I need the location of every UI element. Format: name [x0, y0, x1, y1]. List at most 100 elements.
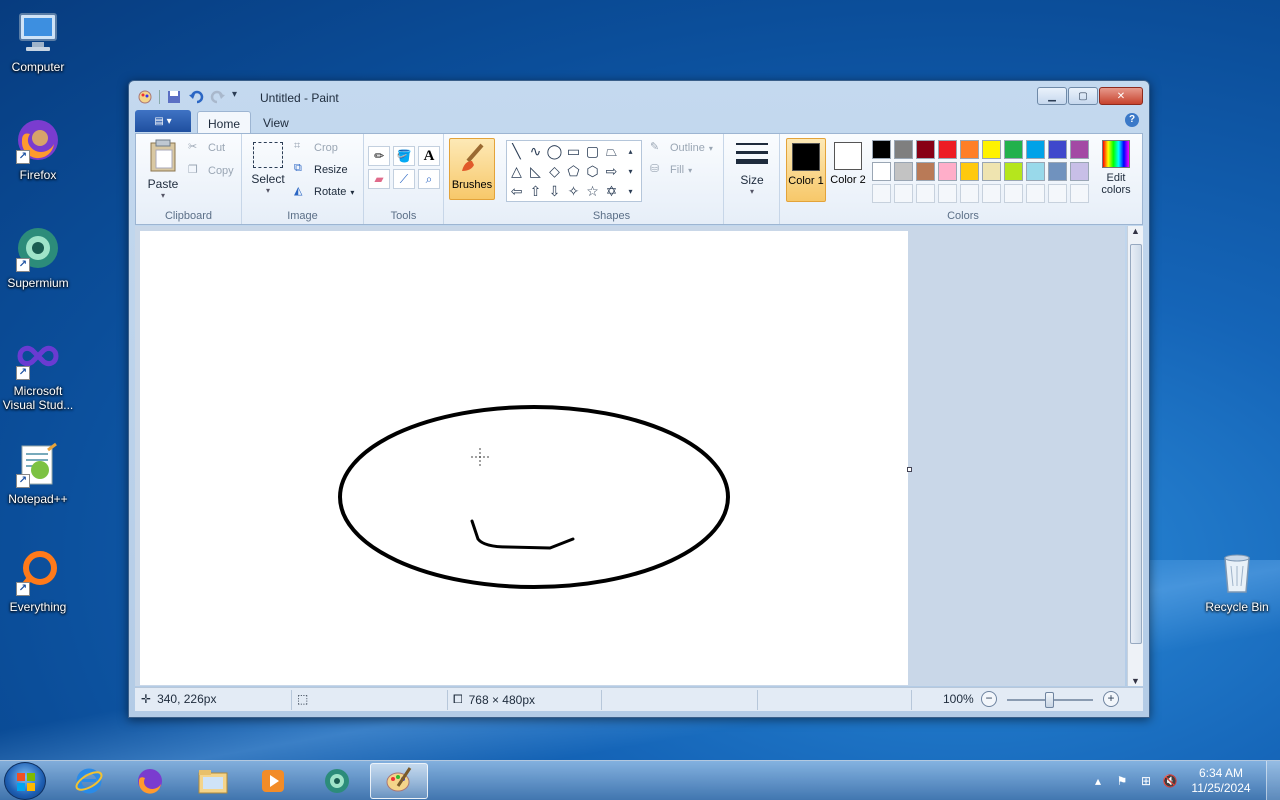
custom-color-slot[interactable] [1070, 184, 1089, 203]
show-hidden-icons-icon[interactable]: ▴ [1089, 772, 1107, 790]
zoom-slider-thumb[interactable] [1045, 692, 1054, 708]
right-triangle-shape-icon[interactable]: ◺ [530, 163, 541, 180]
palette-swatch[interactable] [916, 162, 935, 181]
customize-qat-icon[interactable]: ▾ [232, 89, 248, 105]
edit-colors-button[interactable]: Edit colors [1094, 140, 1138, 196]
minimize-button[interactable]: ▁ [1037, 87, 1067, 105]
desktop-icon-visual-studio[interactable]: ↗ Microsoft Visual Stud... [0, 332, 76, 412]
volume-muted-icon[interactable]: 🔇 [1161, 772, 1179, 790]
triangle-shape-icon[interactable]: △ [511, 163, 522, 180]
palette-swatch[interactable] [894, 140, 913, 159]
clock[interactable]: 6:34 AM 11/25/2024 [1182, 766, 1260, 796]
taskbar-firefox[interactable] [121, 763, 179, 799]
outline-button[interactable]: ✎ Outline ▾ [650, 140, 713, 156]
custom-color-slot[interactable] [1026, 184, 1045, 203]
custom-color-slot[interactable] [1048, 184, 1067, 203]
palette-swatch[interactable] [1004, 162, 1023, 181]
oval-shape-icon[interactable]: ◯ [547, 143, 563, 160]
scrollbar-thumb[interactable] [1130, 244, 1142, 644]
redo-icon[interactable] [210, 89, 226, 105]
pencil-icon[interactable]: ✏ [368, 146, 390, 166]
zoom-in-button[interactable]: + [1103, 691, 1119, 707]
desktop-icon-firefox[interactable]: ↗ Firefox [0, 116, 76, 182]
polygon-shape-icon[interactable]: ⏢ [606, 143, 617, 160]
line-shape-icon[interactable]: ╲ [512, 143, 520, 160]
palette-swatch[interactable] [1004, 140, 1023, 159]
palette-swatch[interactable] [1048, 140, 1067, 159]
text-icon[interactable]: A [418, 146, 440, 166]
palette-swatch[interactable] [1070, 162, 1089, 181]
palette-swatch[interactable] [894, 162, 913, 181]
taskbar-media-player[interactable] [244, 763, 302, 799]
title-bar[interactable]: ▾ Untitled - Paint ▁ ▢ ✕ [129, 81, 1149, 111]
palette-swatch[interactable] [938, 162, 957, 181]
palette-swatch[interactable] [1070, 140, 1089, 159]
custom-color-slot[interactable] [872, 184, 891, 203]
palette-swatch[interactable] [1026, 140, 1045, 159]
rectangle-shape-icon[interactable]: ▭ [567, 143, 580, 160]
rotate-button[interactable]: ◭ Rotate ▾ [294, 184, 354, 200]
save-icon[interactable] [166, 89, 182, 105]
custom-color-slot[interactable] [982, 184, 1001, 203]
six-point-star-shape-icon[interactable]: ✡ [606, 183, 618, 200]
diamond-shape-icon[interactable]: ◇ [549, 163, 560, 180]
fill-bucket-icon[interactable]: 🪣 [393, 146, 415, 166]
palette-swatch[interactable] [872, 162, 891, 181]
zoom-slider[interactable] [1007, 692, 1093, 708]
undo-icon[interactable] [188, 89, 204, 105]
taskbar-paint[interactable] [370, 763, 428, 799]
resize-button[interactable]: ⧉ Resize [294, 162, 348, 178]
paste-button[interactable]: Paste ▾ [142, 138, 184, 200]
curve-shape-icon[interactable]: ∿ [530, 143, 542, 160]
palette-swatch[interactable] [1026, 162, 1045, 181]
palette-swatch[interactable] [1048, 162, 1067, 181]
maximize-button[interactable]: ▢ [1068, 87, 1098, 105]
taskbar-file-explorer[interactable] [184, 763, 242, 799]
scroll-up-arrow-icon[interactable]: ▲ [1128, 226, 1143, 236]
action-center-icon[interactable]: ⚑ [1113, 772, 1131, 790]
palette-swatch[interactable] [982, 162, 1001, 181]
palette-swatch[interactable] [938, 140, 957, 159]
down-arrow-shape-icon[interactable]: ⇩ [549, 183, 561, 200]
network-icon[interactable]: ⊞ [1137, 772, 1155, 790]
drawing-canvas[interactable] [140, 231, 912, 685]
right-arrow-shape-icon[interactable]: ⇨ [606, 163, 618, 180]
custom-color-slot[interactable] [894, 184, 913, 203]
palette-swatch[interactable] [982, 140, 1001, 159]
size-button[interactable]: Size ▾ [732, 140, 772, 196]
palette-swatch[interactable] [872, 140, 891, 159]
color1-button[interactable]: Color 1 [786, 138, 826, 202]
desktop-icon-everything[interactable]: ↗ Everything [0, 548, 76, 614]
hexagon-shape-icon[interactable]: ⬡ [586, 163, 598, 180]
pentagon-shape-icon[interactable]: ⬠ [567, 163, 579, 180]
start-button[interactable] [4, 762, 46, 800]
palette-swatch[interactable] [960, 162, 979, 181]
five-point-star-shape-icon[interactable]: ☆ [586, 183, 599, 200]
desktop-icon-computer[interactable]: Computer [0, 8, 76, 74]
scroll-up-icon[interactable]: ▴ [628, 147, 632, 156]
copy-button[interactable]: ❐ Copy [188, 163, 234, 179]
zoom-out-button[interactable]: − [981, 691, 997, 707]
up-arrow-shape-icon[interactable]: ⇧ [530, 183, 542, 200]
desktop-icon-supermium[interactable]: ↗ Supermium [0, 224, 76, 290]
help-icon[interactable]: ? [1125, 113, 1139, 127]
desktop-icon-notepadpp[interactable]: ↗ Notepad++ [0, 440, 76, 506]
four-point-star-shape-icon[interactable]: ✧ [568, 183, 580, 200]
brushes-button[interactable]: Brushes [449, 138, 495, 200]
magnifier-icon[interactable]: ⌕ [418, 169, 440, 189]
select-button[interactable]: Select ▾ [248, 142, 288, 195]
color-picker-icon[interactable]: ⟋ [393, 169, 415, 189]
close-button[interactable]: ✕ [1099, 87, 1143, 105]
fill-button[interactable]: ⛁ Fill ▾ [650, 162, 692, 178]
tab-view[interactable]: View [253, 111, 299, 134]
eraser-icon[interactable]: ▰ [368, 169, 390, 189]
desktop-icon-recycle-bin[interactable]: Recycle Bin [1198, 548, 1276, 614]
palette-swatch[interactable] [916, 140, 935, 159]
show-desktop-button[interactable] [1266, 761, 1280, 800]
taskbar-supermium[interactable] [308, 763, 366, 799]
paint-menu-button[interactable]: ▤ ▾ [135, 110, 191, 132]
custom-color-slot[interactable] [1004, 184, 1023, 203]
cut-button[interactable]: ✂ Cut [188, 140, 225, 156]
crop-button[interactable]: ⌗ Crop [294, 140, 338, 156]
paint-app-icon[interactable] [137, 89, 153, 105]
